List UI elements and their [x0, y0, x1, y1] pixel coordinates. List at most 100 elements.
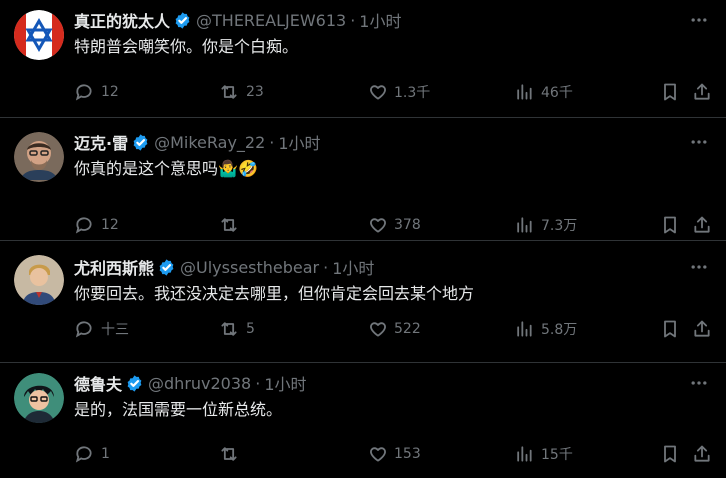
bookmark-icon — [660, 319, 680, 339]
like-button[interactable]: 1.3千 — [368, 82, 430, 102]
retweet-button[interactable]: 5 — [219, 319, 255, 339]
display-name[interactable]: 真正的犹太人 — [74, 8, 170, 32]
illustrated-man-avatar-icon — [14, 255, 64, 305]
bookmark-button[interactable] — [660, 444, 680, 464]
action-bar: 十三 5 522 5.8万 — [74, 317, 710, 341]
reply-button[interactable]: 1 — [74, 444, 110, 464]
views-icon — [514, 444, 534, 464]
avatar[interactable] — [14, 373, 64, 423]
tweet[interactable]: 德鲁夫 @dhruv2038 · 1小时 是的，法国需要一位新总统。 1 153 — [0, 363, 726, 478]
israel-canada-flag-avatar-icon — [14, 10, 64, 60]
display-name[interactable]: 德鲁夫 — [74, 371, 122, 395]
avatar[interactable] — [14, 10, 64, 60]
views-count: 46千 — [541, 85, 573, 101]
like-button[interactable]: 522 — [368, 319, 421, 339]
bookmark-button[interactable] — [660, 319, 680, 339]
separator-dot: · — [350, 10, 356, 30]
bookmark-icon — [660, 82, 680, 102]
tweet-text: 你要回去。我还没决定去哪里，但你肯定会回去某个地方 — [74, 284, 475, 303]
user-handle[interactable]: @MikeRay_22 — [154, 133, 265, 152]
tweet[interactable]: 尤利西斯熊 @Ulyssesthebear · 1小时 你要回去。我还没决定去哪… — [0, 241, 726, 363]
retweet-icon — [219, 215, 239, 235]
like-icon — [368, 82, 388, 102]
verified-badge-icon — [157, 258, 176, 277]
tweet-emoji: 🤷‍♂️🤣 — [218, 159, 258, 178]
display-name[interactable]: 尤利西斯熊 — [74, 255, 154, 279]
user-handle[interactable]: @dhruv2038 — [148, 374, 251, 393]
separator-dot: · — [269, 132, 275, 152]
reply-count: 十三 — [101, 322, 129, 338]
action-bar: 12 23 1.3千 46千 — [74, 80, 710, 104]
like-icon — [368, 444, 388, 464]
views-count: 5.8万 — [541, 322, 578, 338]
avatar[interactable] — [14, 132, 64, 182]
user-handle[interactable]: @Ulyssesthebear — [180, 258, 319, 277]
action-bar: 1 153 15千 — [74, 442, 710, 466]
tweet[interactable]: 真正的犹太人 @THEREALJEW613 · 1小时 特朗普会嘲笑你。你是个白… — [0, 0, 726, 118]
bookmark-button[interactable] — [660, 215, 680, 235]
bookmark-button[interactable] — [660, 82, 680, 102]
timestamp[interactable]: 1小时 — [264, 371, 306, 395]
tweet-text: 是的，法国需要一位新总统。 — [74, 400, 283, 419]
avatar[interactable] — [14, 255, 64, 305]
timestamp[interactable]: 1小时 — [359, 8, 401, 32]
tweet[interactable]: 迈克·雷 @MikeRay_22 · 1小时 你真的是这个意思吗🤷‍♂️🤣 12 — [0, 118, 726, 241]
retweet-button[interactable]: 23 — [219, 82, 264, 102]
reply-icon — [74, 82, 94, 102]
more-icon[interactable] — [688, 132, 710, 152]
share-icon — [692, 444, 712, 464]
timestamp[interactable]: 1小时 — [332, 255, 374, 279]
views-icon — [514, 319, 534, 339]
reply-button[interactable]: 12 — [74, 215, 119, 235]
reply-count: 1 — [101, 446, 110, 462]
share-button[interactable] — [692, 444, 712, 464]
share-button[interactable] — [692, 215, 712, 235]
like-icon — [368, 319, 388, 339]
retweet-button[interactable] — [219, 444, 246, 464]
like-button[interactable]: 153 — [368, 444, 421, 464]
reply-icon — [74, 215, 94, 235]
views-count: 15千 — [541, 447, 573, 463]
like-button[interactable]: 378 — [368, 215, 421, 235]
more-icon[interactable] — [688, 373, 710, 393]
share-icon — [692, 82, 712, 102]
like-count: 153 — [394, 446, 421, 462]
bookmark-icon — [660, 444, 680, 464]
tweet-text: 你真的是这个意思吗🤷‍♂️🤣 — [74, 158, 710, 180]
display-name[interactable]: 迈克·雷 — [74, 130, 128, 154]
views-button[interactable]: 7.3万 — [514, 215, 577, 235]
verified-badge-icon — [131, 133, 150, 152]
share-button[interactable] — [692, 319, 712, 339]
views-icon — [514, 82, 534, 102]
tweet-text-body: 你真的是这个意思吗 — [74, 159, 219, 178]
like-count: 378 — [394, 217, 421, 233]
views-icon — [514, 215, 534, 235]
reply-icon — [74, 444, 94, 464]
like-count: 522 — [394, 321, 421, 337]
retweet-count: 23 — [246, 84, 264, 100]
verified-badge-icon — [173, 11, 192, 30]
user-handle[interactable]: @THEREALJEW613 — [196, 11, 346, 30]
views-button[interactable]: 15千 — [514, 444, 573, 464]
man-portrait-avatar-icon — [14, 132, 64, 182]
timestamp[interactable]: 1小时 — [278, 130, 320, 154]
share-button[interactable] — [692, 82, 712, 102]
share-icon — [692, 215, 712, 235]
like-icon — [368, 215, 388, 235]
retweet-button[interactable] — [219, 215, 246, 235]
separator-dot: · — [323, 257, 329, 277]
views-button[interactable]: 46千 — [514, 82, 573, 102]
more-icon[interactable] — [688, 257, 710, 277]
reply-count: 12 — [101, 84, 119, 100]
separator-dot: · — [255, 373, 261, 393]
reply-button[interactable]: 12 — [74, 82, 119, 102]
tweet-text: 特朗普会嘲笑你。你是个白痴。 — [74, 37, 299, 56]
views-count: 7.3万 — [541, 218, 578, 234]
reply-icon — [74, 319, 94, 339]
more-icon[interactable] — [688, 10, 710, 30]
action-bar: 12 378 7.3万 — [74, 213, 710, 237]
views-button[interactable]: 5.8万 — [514, 319, 577, 339]
retweet-count: 5 — [246, 321, 255, 337]
retweet-icon — [219, 82, 239, 102]
reply-button[interactable]: 十三 — [74, 319, 129, 339]
